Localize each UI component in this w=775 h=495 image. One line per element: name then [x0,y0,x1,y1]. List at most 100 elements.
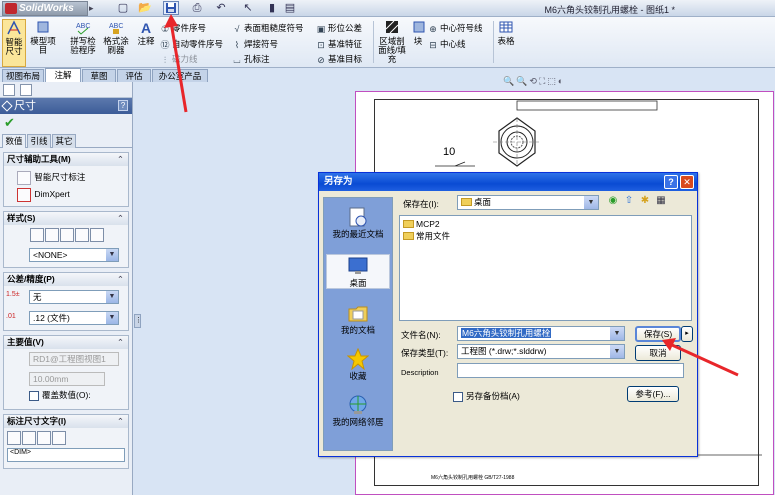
description-input[interactable] [457,363,684,378]
weld-symbol-icon: ⌇ [234,39,240,50]
tolerance-type-select[interactable]: 无 ▼ [29,290,119,304]
override-checkbox[interactable] [29,390,39,401]
tab-office-products[interactable]: 办公室产品 [152,69,208,82]
ok-checkmark-icon[interactable]: ✔ [0,114,132,132]
override-value-option[interactable]: 覆盖数值(O): [29,387,91,404]
property-manager-icon[interactable] [20,84,32,96]
balloon-button[interactable]: ① 零件序号 [160,22,206,34]
file-list[interactable]: MCP2 常用文件 [399,215,692,321]
select-icon[interactable]: ↖ [240,1,256,15]
style-save-icon[interactable] [75,228,89,242]
heads-up-view-toolbar[interactable]: 🔍🔍⟲⛶⬚◐ [503,76,565,87]
style-apply-icon[interactable] [30,228,44,242]
group-header[interactable]: 标注尺寸文字(I) ⌃ [4,415,128,428]
file-list-item[interactable]: 常用文件 [403,231,450,242]
auto-balloon-button[interactable]: ⑫ 自动零件序号 [160,38,223,50]
weld-symbol-button[interactable]: ⌇ 焊接符号 [232,38,278,50]
magnetic-line-icon: ⫶ [163,54,167,65]
save-in-select[interactable]: 桌面 ▼ [457,195,599,210]
block-button[interactable]: 块 [411,19,425,46]
add-parentheses-icon[interactable] [7,431,21,445]
solidworks-logo[interactable]: SolidWorks [2,1,88,16]
tab-sketch[interactable]: 草图 [82,69,116,82]
help-button[interactable]: ? [118,100,128,111]
smart-dimensioning-option[interactable]: 智能尺寸标注 [7,169,125,186]
style-load-icon[interactable] [90,228,104,242]
save-options-arrow-icon[interactable]: ▸ [681,326,693,342]
collapse-icon[interactable]: ⌃ [117,415,124,428]
save-button[interactable]: 保存(S) [635,326,681,342]
datum-feature-button[interactable]: ⊡ 基准特征 [316,38,362,50]
collapse-icon[interactable]: ⌃ [117,336,124,349]
place-favorites[interactable]: 收藏 [326,348,390,381]
place-my-documents[interactable]: 我的文档 [326,302,390,335]
file-list-item[interactable]: MCP2 [403,219,440,230]
center-mark-button[interactable]: ⊕ 中心符号线 [428,22,482,34]
new-folder-icon[interactable]: ✱ [639,195,651,207]
place-network[interactable]: 我的网络邻居 [326,394,390,427]
group-header[interactable]: 主要值(V) ⌃ [4,336,128,349]
centerline-icon: ⊟ [429,39,437,50]
surface-finish-button[interactable]: √ 表面粗糙度符号 [232,22,304,34]
recent-documents-icon [349,207,367,227]
precision-select[interactable]: .12 (文件) ▼ [29,311,119,325]
new-icon[interactable]: ▢ [115,1,131,15]
panel-splitter-handle[interactable]: ⋮ [134,314,142,328]
rebuild-icon[interactable]: ▮ [264,1,280,15]
table-button[interactable]: 表格 [496,19,516,46]
geometric-tolerance-button[interactable]: ▣ 形位公差 [316,22,362,34]
dimension-label[interactable]: 10 [443,146,455,158]
hole-callout-button[interactable]: ⌴ 孔标注 [232,53,269,65]
feature-manager-icon[interactable] [3,84,15,96]
spell-checker-button[interactable]: ABC 拼写检验程序 [68,19,98,55]
cancel-button[interactable]: 取消 [635,345,681,361]
area-hatch-button[interactable]: 区域剖面线/填充 [376,19,408,64]
subtab-other[interactable]: 其它 [52,134,76,148]
style-select[interactable]: <NONE> ▼ [29,248,119,262]
note-button[interactable]: A 注释 [136,19,156,46]
tolerance-type-icon: 1.5± [6,291,20,298]
filetype-select[interactable]: 工程图 (*.drw;*.slddrw) ▼ [457,344,625,359]
inspection-dimension-icon[interactable] [37,431,51,445]
center-dimension-icon[interactable] [22,431,36,445]
undo-icon[interactable]: ↶ [213,1,229,15]
group-header[interactable]: 公差/精度(P) ⌃ [4,273,128,286]
references-button[interactable]: 参考(F)... [627,386,679,402]
menu-arrow-icon[interactable]: ▸ [89,3,94,14]
style-delete-icon[interactable] [60,228,74,242]
options-icon[interactable]: ▤ [282,1,298,15]
tab-evaluate[interactable]: 评估 [117,69,151,82]
subtab-value[interactable]: 数值 [2,134,26,148]
svg-text:A: A [141,20,151,35]
place-desktop[interactable]: 桌面 [326,254,390,289]
open-icon[interactable]: 📂 [137,1,153,15]
save-copy-option[interactable]: 另存备份档(A) [453,390,520,402]
format-painter-button[interactable]: ABC 格式涂刷器 [101,19,131,55]
model-items-button[interactable]: 模型项目 [30,19,56,55]
views-menu-icon[interactable]: ▦ [655,195,667,207]
collapse-icon[interactable]: ⌃ [117,212,124,225]
up-folder-icon[interactable]: ⇧ [623,195,635,207]
group-header[interactable]: 尺寸辅助工具(M) ⌃ [4,153,128,166]
collapse-icon[interactable]: ⌃ [117,273,124,286]
tab-view-layout[interactable]: 视图布局 [2,69,44,82]
print-icon[interactable]: ⎙ [189,1,205,15]
offset-text-icon[interactable] [52,431,66,445]
place-recent[interactable]: 我的最近文档 [326,206,390,239]
filename-input[interactable]: M6六角头铰制孔用螺栓 ▼ [457,326,625,341]
save-copy-checkbox[interactable] [453,391,463,402]
dialog-help-button[interactable]: ? [664,175,678,189]
tab-annotation[interactable]: 注解 [45,68,81,82]
style-add-icon[interactable] [45,228,59,242]
group-header[interactable]: 样式(S) ⌃ [4,212,128,225]
centerline-button[interactable]: ⊟ 中心线 [428,38,465,50]
back-icon[interactable]: ◉ [607,195,619,207]
save-icon[interactable] [163,1,179,15]
dialog-close-button[interactable]: ✕ [680,175,694,189]
datum-target-button[interactable]: ⊘ 基准目标 [316,53,362,65]
subtab-leaders[interactable]: 引线 [27,134,51,148]
dimension-text-field[interactable]: <DIM> [7,448,125,462]
dimxpert-option[interactable]: DimXpert [7,186,125,203]
smart-dimension-button[interactable]: 智能尺寸 [2,19,26,67]
collapse-icon[interactable]: ⌃ [117,153,124,166]
